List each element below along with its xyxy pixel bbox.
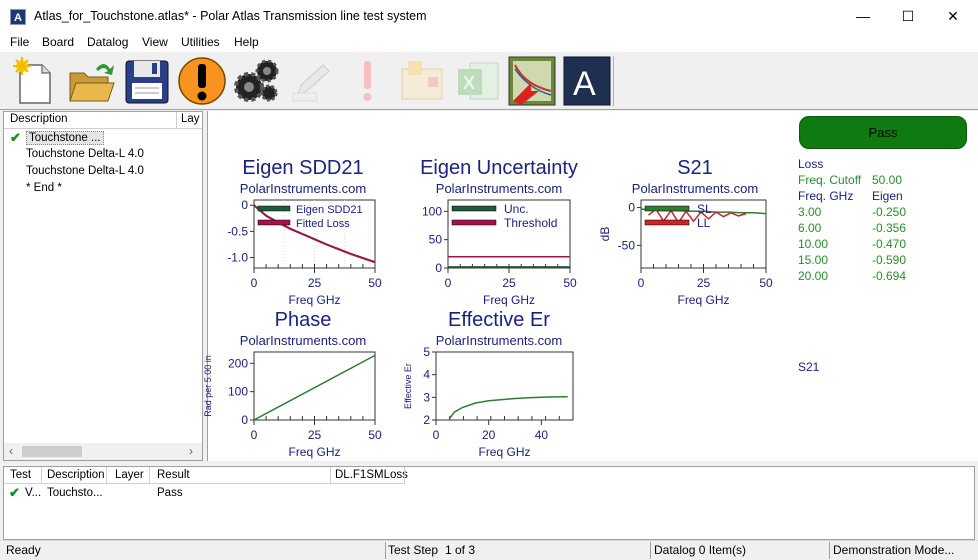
scroll-right-icon[interactable]: ›	[189, 444, 193, 458]
save-disk-icon[interactable]	[122, 55, 172, 107]
row-result[interactable]: Pass	[157, 487, 183, 499]
col-result[interactable]: Result	[157, 469, 190, 481]
menu-bar: File Board Datalog View Utilities Help	[0, 32, 978, 52]
test-tree-panel: Description Lay ✔ Touchstone ... Touchst…	[3, 111, 203, 461]
row-test[interactable]: V...	[25, 487, 41, 499]
result-eigen: -0.694	[872, 269, 907, 283]
eigen-column-header: Eigen	[872, 189, 903, 203]
column-divider[interactable]	[330, 467, 331, 484]
freq-column-header: Freq. GHz	[798, 189, 854, 203]
open-folder-icon[interactable]	[66, 55, 116, 107]
chart-subtitle-phase: PolarInstruments.com	[239, 333, 367, 348]
status-bar: Ready Test Step 1 of 3 Datalog 0 Item(s)…	[0, 540, 978, 560]
horizontal-scrollbar[interactable]: ‹ ›	[4, 443, 202, 460]
title-bar: A Atlas_for_Touchstone.atlas* - Polar At…	[0, 0, 978, 32]
atlas-logo-icon[interactable]: A	[562, 55, 612, 107]
check-icon: ✔	[10, 130, 21, 145]
col-test[interactable]: Test	[10, 469, 31, 481]
alert-icon[interactable]	[177, 55, 227, 107]
column-divider[interactable]	[41, 467, 42, 484]
result-eigen: -0.590	[872, 253, 907, 267]
status-divider	[385, 542, 386, 559]
svg-text:A: A	[573, 65, 596, 103]
menu-utilities[interactable]: Utilities	[181, 35, 220, 49]
window-title: Atlas_for_Touchstone.atlas* - Polar Atla…	[34, 9, 427, 23]
test-results-list: Test Description Layer Result DL.F1SMLos…	[3, 466, 975, 540]
menu-help[interactable]: Help	[234, 35, 259, 49]
col-layer[interactable]: Layer	[115, 469, 144, 481]
result-freq: 15.00	[798, 253, 829, 267]
check-icon: ✔	[9, 485, 20, 500]
maximize-button[interactable]: ☐	[885, 0, 931, 32]
freq-cutoff-label: Freq. Cutoff	[798, 173, 862, 187]
result-freq: 20.00	[798, 269, 829, 283]
results-list-header: Test Description Layer Result DL.F1SMLos…	[4, 467, 408, 484]
chart-title-sdd21: Eigen SDD21	[242, 157, 364, 179]
status-datalog: Datalog 0 Item(s)	[654, 543, 747, 557]
close-button[interactable]: ✕	[930, 0, 976, 32]
chart-title-phase: Phase	[274, 309, 332, 331]
scroll-left-icon[interactable]: ‹	[9, 444, 13, 458]
tree-item-end[interactable]: * End *	[26, 182, 62, 194]
col-dl-f1smloss[interactable]: DL.F1SMLoss	[335, 469, 408, 481]
result-eigen: -0.356	[872, 221, 907, 235]
chart-subtitle-sdd21: PolarInstruments.com	[239, 181, 367, 196]
col-description[interactable]: Description	[47, 469, 105, 481]
chart-export-icon[interactable]	[507, 55, 557, 107]
menu-board[interactable]: Board	[42, 35, 74, 49]
status-ready: Ready	[6, 543, 41, 557]
tree-item-selected[interactable]: Touchstone ...	[26, 131, 104, 145]
edit-disabled-icon	[292, 64, 330, 102]
tree-header: Description Lay	[4, 112, 202, 129]
excel-disabled-icon: X	[458, 62, 499, 100]
chart-title-s21: S21	[677, 157, 713, 179]
freq-cutoff-value: 50.00	[872, 173, 903, 187]
minimize-button[interactable]: —	[840, 0, 886, 32]
scroll-thumb[interactable]	[22, 446, 82, 457]
result-eigen: -0.470	[872, 237, 907, 251]
tree-item[interactable]: Touchstone Delta-L 4.0	[26, 165, 144, 177]
column-divider[interactable]	[404, 467, 405, 484]
app-icon: A	[10, 9, 26, 25]
row-description[interactable]: Touchsto...	[47, 487, 103, 499]
result-freq: 3.00	[798, 205, 822, 219]
status-divider	[650, 542, 651, 559]
toolbar: X A	[0, 52, 978, 110]
svg-text:X: X	[463, 73, 475, 93]
result-freq: 6.00	[798, 221, 822, 235]
new-file-icon[interactable]	[8, 55, 58, 107]
gears-icon[interactable]	[231, 55, 281, 107]
menu-datalog[interactable]: Datalog	[87, 35, 128, 49]
status-test-step: Test Step	[388, 543, 439, 557]
chart-subtitle-s21: PolarInstruments.com	[631, 181, 759, 196]
column-divider[interactable]	[149, 467, 150, 484]
menu-view[interactable]: View	[142, 35, 168, 49]
result-eigen: -0.250	[872, 205, 907, 219]
menu-file[interactable]: File	[10, 35, 29, 49]
result-freq: 10.00	[798, 237, 829, 251]
warning-disabled-icon	[363, 61, 372, 101]
report-disabled-icon	[401, 61, 443, 100]
status-step-count: 1 of 3	[445, 543, 476, 557]
status-mode: Demonstration Mode...	[833, 543, 955, 557]
tree-col-description[interactable]: Description	[10, 113, 68, 125]
chart-title-uncertainty: Eigen Uncertainty	[420, 157, 578, 179]
status-divider	[829, 542, 830, 559]
chart-subtitle-er: PolarInstruments.com	[435, 333, 563, 348]
tree-col-layer[interactable]: Lay	[181, 113, 200, 125]
chart-title-er: Effective Er	[448, 309, 550, 331]
pass-indicator: Pass	[799, 116, 967, 149]
s21-label: S21	[798, 360, 820, 374]
tree-item[interactable]: Touchstone Delta-L 4.0	[26, 148, 144, 160]
loss-label: Loss	[798, 157, 824, 171]
toolbar-divider	[613, 56, 614, 106]
chart-subtitle-uncertainty: PolarInstruments.com	[435, 181, 563, 196]
column-divider[interactable]	[176, 112, 177, 129]
column-divider[interactable]	[106, 467, 107, 484]
